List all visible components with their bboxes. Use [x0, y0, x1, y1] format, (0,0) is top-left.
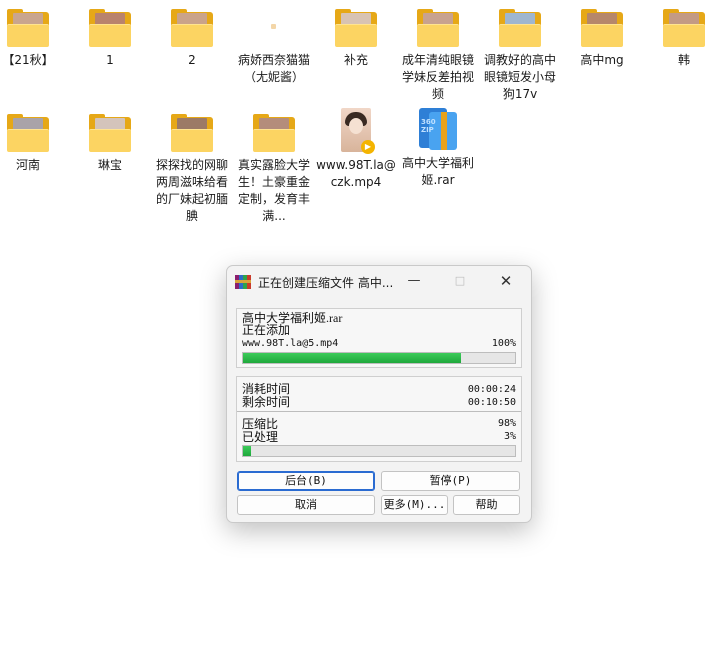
statistics-panel: 消耗时间 00:00:24 剩余时间 00:10:50 压缩比 98% 已处理 …: [236, 376, 522, 462]
help-button[interactable]: 帮助: [453, 495, 520, 515]
minimize-button[interactable]: —: [391, 266, 437, 298]
play-icon: ▶: [361, 140, 375, 154]
background-button[interactable]: 后台(B): [237, 471, 375, 491]
winrar-icon: [235, 275, 251, 289]
desktop-item[interactable]: 调教好的高中眼镜短发小母狗17v: [479, 9, 561, 103]
desktop-item[interactable]: 高中mg: [561, 9, 643, 69]
desktop-item[interactable]: 【21秋】: [0, 9, 69, 69]
file-progress-fill: [243, 353, 461, 363]
folder-icon: [89, 9, 131, 47]
desktop-item[interactable]: ▶ www.98T.la@czk.mp4: [315, 108, 397, 191]
desktop-item[interactable]: 病娇西奈猫猫（尢妮酱）: [233, 12, 315, 86]
divider: [237, 411, 521, 412]
remaining-value: 00:10:50: [467, 397, 516, 408]
folder-icon: [171, 9, 213, 47]
folder-icon: [7, 114, 49, 152]
folder-icon: [7, 9, 49, 47]
desktop-item-label: 高中大学福利姬.rar: [401, 156, 474, 187]
video-thumbnail-icon: ▶: [341, 108, 375, 154]
processed-value: 3%: [503, 431, 516, 442]
total-progress-bar: [242, 445, 516, 457]
desktop-item-label: 河南: [15, 158, 40, 172]
desktop-item[interactable]: 河南: [0, 114, 69, 174]
folder-icon: [253, 114, 295, 152]
cancel-button[interactable]: 取消: [237, 495, 375, 515]
folder-icon: [171, 114, 213, 152]
desktop-item-label: 韩: [677, 53, 690, 67]
current-file-name: www.98T.la@5.mp4: [242, 338, 339, 349]
desktop-item[interactable]: 成年清纯眼镜学妹反差拍视频: [397, 9, 479, 103]
desktop-item-label: 真实露脸大学生！土豪重金定制，发育丰满...: [237, 158, 310, 223]
folder-icon: [89, 114, 131, 152]
ratio-value: 98%: [497, 418, 516, 429]
desktop-item-label: 【21秋】: [2, 53, 54, 67]
desktop-item-label: 高中mg: [580, 53, 624, 67]
processed-label: 已处理: [242, 430, 279, 444]
total-progress-fill: [243, 446, 252, 456]
remaining-label: 剩余时间: [242, 395, 291, 409]
desktop-item-label: 调教好的高中眼镜短发小母狗17v: [483, 53, 556, 101]
maximize-button[interactable]: □: [437, 266, 483, 298]
desktop-item[interactable]: 探探找的网聊两周滋味给看的厂妹起初腼腆: [151, 114, 233, 225]
desktop-item[interactable]: 360 ZIP 高中大学福利姬.rar: [397, 108, 479, 189]
pause-button[interactable]: 暂停(P): [381, 471, 520, 491]
file-progress-bar: [242, 352, 516, 364]
rar-archive-icon: 360 ZIP: [417, 106, 459, 152]
file-percent: 100%: [491, 338, 516, 349]
elapsed-value: 00:00:24: [467, 384, 516, 395]
dialog-titlebar[interactable]: 正在创建压缩文件 高中... — □ ✕: [227, 266, 531, 298]
folder-icon: [663, 9, 705, 47]
desktop-item[interactable]: 韩: [643, 9, 716, 69]
desktop-item[interactable]: 1: [69, 9, 151, 69]
desktop-item[interactable]: 补充: [315, 9, 397, 69]
current-file-panel: 高中大学福利姬.rar 正在添加 www.98T.la@5.mp4 100%: [236, 308, 522, 368]
dialog-title: 正在创建压缩文件 高中...: [258, 276, 394, 290]
folder-icon: [499, 9, 541, 47]
desktop-item-label: 补充: [343, 53, 368, 67]
desktop-item-label: 成年清纯眼镜学妹反差拍视频: [401, 53, 474, 101]
folder-icon: [581, 9, 623, 47]
more-button[interactable]: 更多(M)...: [381, 495, 448, 515]
desktop-item-label: 2: [188, 53, 196, 67]
close-button[interactable]: ✕: [483, 266, 529, 298]
desktop-item-label: 探探找的网聊两周滋味给看的厂妹起初腼腆: [155, 158, 228, 223]
archive-progress-dialog: 正在创建压缩文件 高中... — □ ✕ 高中大学福利姬.rar 正在添加 ww…: [226, 265, 532, 523]
desktop-item-label: 1: [106, 53, 114, 67]
desktop-item-label: 琳宝: [97, 158, 122, 172]
desktop-item-label: 病娇西奈猫猫（尢妮酱）: [237, 53, 310, 84]
blank-file-icon: [253, 12, 295, 46]
status-text: 正在添加: [242, 323, 291, 337]
folder-icon: [417, 9, 459, 47]
desktop-item[interactable]: 真实露脸大学生！土豪重金定制，发育丰满...: [233, 114, 315, 225]
desktop-item-label: www.98T.la@czk.mp4: [316, 158, 396, 189]
desktop-item[interactable]: 琳宝: [69, 114, 151, 174]
folder-icon: [335, 9, 377, 47]
desktop-icon-grid: 【21秋】 1 2 病娇西奈猫猫（尢妮酱） 补充 成年清纯眼镜学妹反差拍视频 调…: [0, 0, 716, 250]
desktop-item[interactable]: 2: [151, 9, 233, 69]
